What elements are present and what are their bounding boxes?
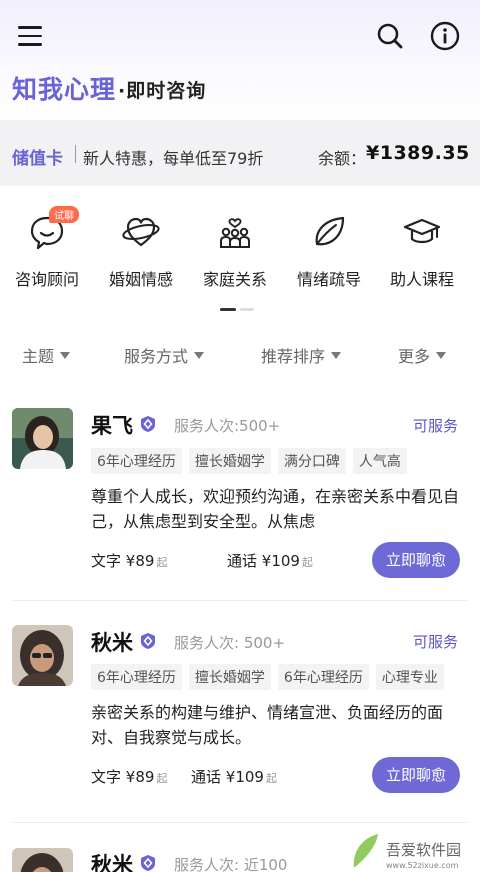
counselor-description: 亲密关系的构建与维护、情绪宣泄、负面经历的面对、自我察觉与成长。 — [91, 703, 444, 747]
avatar — [12, 408, 73, 469]
tag-list: 6年心理经历 擅长婚姻学 6年心理经历 心理专业 — [91, 664, 451, 690]
text-price: 文字 ¥89 起 — [91, 768, 168, 786]
category-family[interactable]: 家庭关系 — [187, 212, 283, 290]
tag: 擅长婚姻学 — [188, 448, 271, 474]
graduation-cap-icon — [403, 218, 441, 244]
avatar — [12, 625, 73, 686]
avatar — [12, 848, 73, 872]
availability-status: 可服务 — [413, 633, 459, 651]
counselor-name: 秋米 — [91, 631, 133, 655]
search-icon[interactable] — [376, 22, 404, 50]
family-icon — [220, 218, 250, 248]
tag: 6年心理经历 — [91, 664, 182, 690]
start-chat-button[interactable]: 立即聊愈 — [372, 542, 460, 578]
tag: 心理专业 — [375, 664, 444, 690]
counselor-name: 果飞 — [91, 414, 133, 438]
tag: 6年心理经历 — [277, 664, 369, 690]
page-dot-active — [220, 308, 236, 311]
filter-label: 推荐排序 — [261, 347, 326, 366]
stored-card-promo: 新人特惠，每单低至79折 — [83, 149, 264, 168]
category-label: 咨询顾问 — [14, 270, 79, 289]
tag: 擅长婚姻学 — [188, 664, 271, 690]
watermark-line1: 吾爱软件园 — [386, 841, 461, 859]
stored-card-title: 储值卡 — [12, 149, 63, 169]
call-price: 通话 ¥109 起 — [191, 768, 277, 786]
served-count: 服务人次:500+ — [174, 417, 281, 435]
counselor-name: 秋米 — [91, 853, 133, 872]
tag: 人气高 — [352, 448, 407, 474]
watermark-logo: 吾爱软件园 www.52zixue.com — [353, 834, 461, 870]
call-price: 通话 ¥109 起 — [227, 552, 313, 570]
divider — [75, 145, 76, 163]
category-course[interactable]: 助人课程 — [374, 212, 470, 290]
category-marriage[interactable]: 婚姻情感 — [93, 212, 189, 290]
tag: 6年心理经历 — [91, 448, 182, 474]
category-label: 情绪疏导 — [296, 270, 361, 289]
served-count: 服务人次: 近100 — [174, 856, 288, 872]
brand-title: 知我心理 — [12, 75, 117, 104]
category-emotion[interactable]: 情绪疏导 — [281, 212, 377, 290]
start-chat-button[interactable]: 立即聊愈 — [372, 757, 460, 793]
watermark-line2: www.52zixue.com — [386, 861, 459, 870]
caret-down-icon — [60, 352, 71, 359]
filter-service[interactable]: 服务方式 — [124, 343, 205, 367]
filter-label: 服务方式 — [124, 347, 189, 366]
tag-list: 6年心理经历 擅长婚姻学 满分口碑 人气高 — [91, 448, 414, 474]
heart-ring-icon — [122, 217, 160, 247]
balance-value: ¥1389.35 — [366, 142, 470, 164]
balance-label: 余额： — [318, 149, 367, 168]
availability-status: 可服务 — [413, 417, 459, 435]
page-indicator — [220, 308, 256, 312]
category-consultant[interactable]: 试聊 咨询顾问 — [0, 206, 95, 290]
trial-badge: 试聊 — [49, 206, 79, 223]
divider — [12, 600, 468, 601]
category-label: 助人课程 — [389, 270, 454, 289]
served-count: 服务人次: 500+ — [174, 634, 286, 652]
category-label: 家庭关系 — [202, 270, 267, 289]
brand-subtitle: ·即时咨询 — [118, 80, 207, 102]
page-dot — [240, 308, 254, 311]
verified-badge-icon — [141, 855, 155, 871]
counselor-description: 尊重个人成长，欢迎预约沟通，在亲密关系中看见自己，从焦虑型到安全型。从焦虑 — [91, 487, 460, 531]
caret-down-icon — [331, 352, 342, 359]
filter-label: 主题 — [22, 347, 55, 366]
filter-label: 更多 — [398, 347, 431, 366]
verified-badge-icon — [141, 416, 155, 432]
leaf-icon — [315, 216, 345, 246]
tag: 满分口碑 — [277, 448, 346, 474]
info-icon[interactable] — [430, 21, 460, 51]
category-label: 婚姻情感 — [108, 270, 173, 289]
caret-down-icon — [436, 352, 447, 359]
menu-icon[interactable] — [18, 26, 42, 46]
filter-topic[interactable]: 主题 — [22, 343, 71, 367]
filter-sort[interactable]: 推荐排序 — [261, 343, 342, 367]
filter-more[interactable]: 更多 — [398, 343, 447, 367]
caret-down-icon — [194, 352, 205, 359]
text-price: 文字 ¥89 起 — [91, 552, 168, 570]
verified-badge-icon — [141, 633, 155, 649]
